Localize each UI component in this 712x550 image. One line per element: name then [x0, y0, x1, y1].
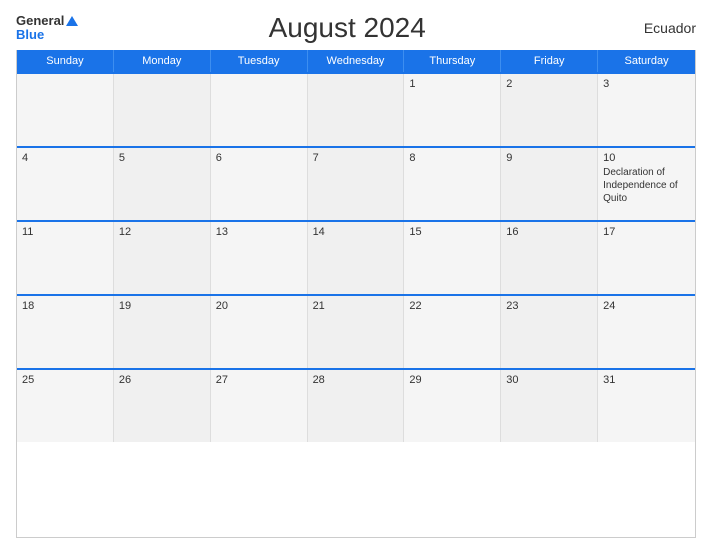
day-cell: 9	[501, 148, 598, 220]
day-number: 15	[409, 226, 495, 238]
day-number: 24	[603, 300, 690, 312]
day-number: 7	[313, 152, 399, 164]
day-number: 14	[313, 226, 399, 238]
day-number: 2	[506, 78, 592, 90]
day-cell: 24	[598, 296, 695, 368]
day-number: 12	[119, 226, 205, 238]
day-number: 23	[506, 300, 592, 312]
day-cell: 26	[114, 370, 211, 442]
logo-general-text: General	[16, 14, 64, 28]
week-row-4: 18 19 20 21 22 23 24	[17, 294, 695, 368]
day-number: 28	[313, 374, 399, 386]
day-cell	[17, 74, 114, 146]
day-cell: 23	[501, 296, 598, 368]
day-number: 3	[603, 78, 690, 90]
dow-thursday: Thursday	[404, 50, 501, 72]
day-number: 11	[22, 226, 108, 238]
day-number: 1	[409, 78, 495, 90]
day-number: 31	[603, 374, 690, 386]
day-number: 20	[216, 300, 302, 312]
day-cell: 1	[404, 74, 501, 146]
day-cell: 20	[211, 296, 308, 368]
day-cell: 17	[598, 222, 695, 294]
day-number: 25	[22, 374, 108, 386]
day-cell: 15	[404, 222, 501, 294]
day-cell: 14	[308, 222, 405, 294]
day-number: 26	[119, 374, 205, 386]
day-number: 13	[216, 226, 302, 238]
day-number: 10	[603, 152, 690, 164]
days-of-week-header: SundayMondayTuesdayWednesdayThursdayFrid…	[17, 50, 695, 72]
day-number: 22	[409, 300, 495, 312]
day-number: 17	[603, 226, 690, 238]
day-number: 30	[506, 374, 592, 386]
day-cell: 16	[501, 222, 598, 294]
dow-sunday: Sunday	[17, 50, 114, 72]
week-row-1: 123	[17, 72, 695, 146]
day-cell: 30	[501, 370, 598, 442]
dow-friday: Friday	[501, 50, 598, 72]
week-row-2: 456789 10 Declaration of Independence of Q…	[17, 146, 695, 220]
day-number: 29	[409, 374, 495, 386]
day-cell: 29	[404, 370, 501, 442]
day-cell: 27	[211, 370, 308, 442]
day-number: 9	[506, 152, 592, 164]
day-cell	[211, 74, 308, 146]
weeks-container: 12345678910Declaration of Independence o…	[17, 72, 695, 442]
week-row-5: 25 26 27 28 29 30 31	[17, 368, 695, 442]
day-cell: 4	[17, 148, 114, 220]
logo-triangle-icon	[66, 16, 78, 26]
day-cell: 31	[598, 370, 695, 442]
day-cell: 19	[114, 296, 211, 368]
dow-saturday: Saturday	[598, 50, 695, 72]
day-event: Declaration of Independence of Quito	[603, 166, 690, 205]
calendar-grid: SundayMondayTuesdayWednesdayThursdayFrid…	[16, 50, 696, 538]
day-cell: 5	[114, 148, 211, 220]
day-cell: 2	[501, 74, 598, 146]
day-cell: 8	[404, 148, 501, 220]
day-cell: 11	[17, 222, 114, 294]
day-cell	[114, 74, 211, 146]
day-cell: 10 Declaration of Independence of Quito	[598, 148, 695, 220]
day-number: 8	[409, 152, 495, 164]
week-row-3: 11 12 13 14 15 16 17	[17, 220, 695, 294]
day-cell: 6	[211, 148, 308, 220]
day-cell: 3	[598, 74, 695, 146]
day-cell	[308, 74, 405, 146]
logo-blue-text: Blue	[16, 28, 44, 42]
day-cell: 13	[211, 222, 308, 294]
day-number: 18	[22, 300, 108, 312]
country-label: Ecuador	[616, 20, 696, 36]
logo: General Blue	[16, 14, 78, 43]
day-number: 4	[22, 152, 108, 164]
month-title: August 2024	[78, 12, 616, 44]
day-cell: 28	[308, 370, 405, 442]
day-cell: 21	[308, 296, 405, 368]
calendar-page: General Blue August 2024 Ecuador SundayM…	[0, 0, 712, 550]
day-cell: 25	[17, 370, 114, 442]
day-number: 16	[506, 226, 592, 238]
day-cell: 22	[404, 296, 501, 368]
dow-tuesday: Tuesday	[211, 50, 308, 72]
dow-wednesday: Wednesday	[308, 50, 405, 72]
day-cell: 12	[114, 222, 211, 294]
day-cell: 18	[17, 296, 114, 368]
day-number: 6	[216, 152, 302, 164]
day-number: 5	[119, 152, 205, 164]
dow-monday: Monday	[114, 50, 211, 72]
day-number: 27	[216, 374, 302, 386]
day-number: 19	[119, 300, 205, 312]
day-cell: 7	[308, 148, 405, 220]
header: General Blue August 2024 Ecuador	[16, 12, 696, 44]
day-number: 21	[313, 300, 399, 312]
